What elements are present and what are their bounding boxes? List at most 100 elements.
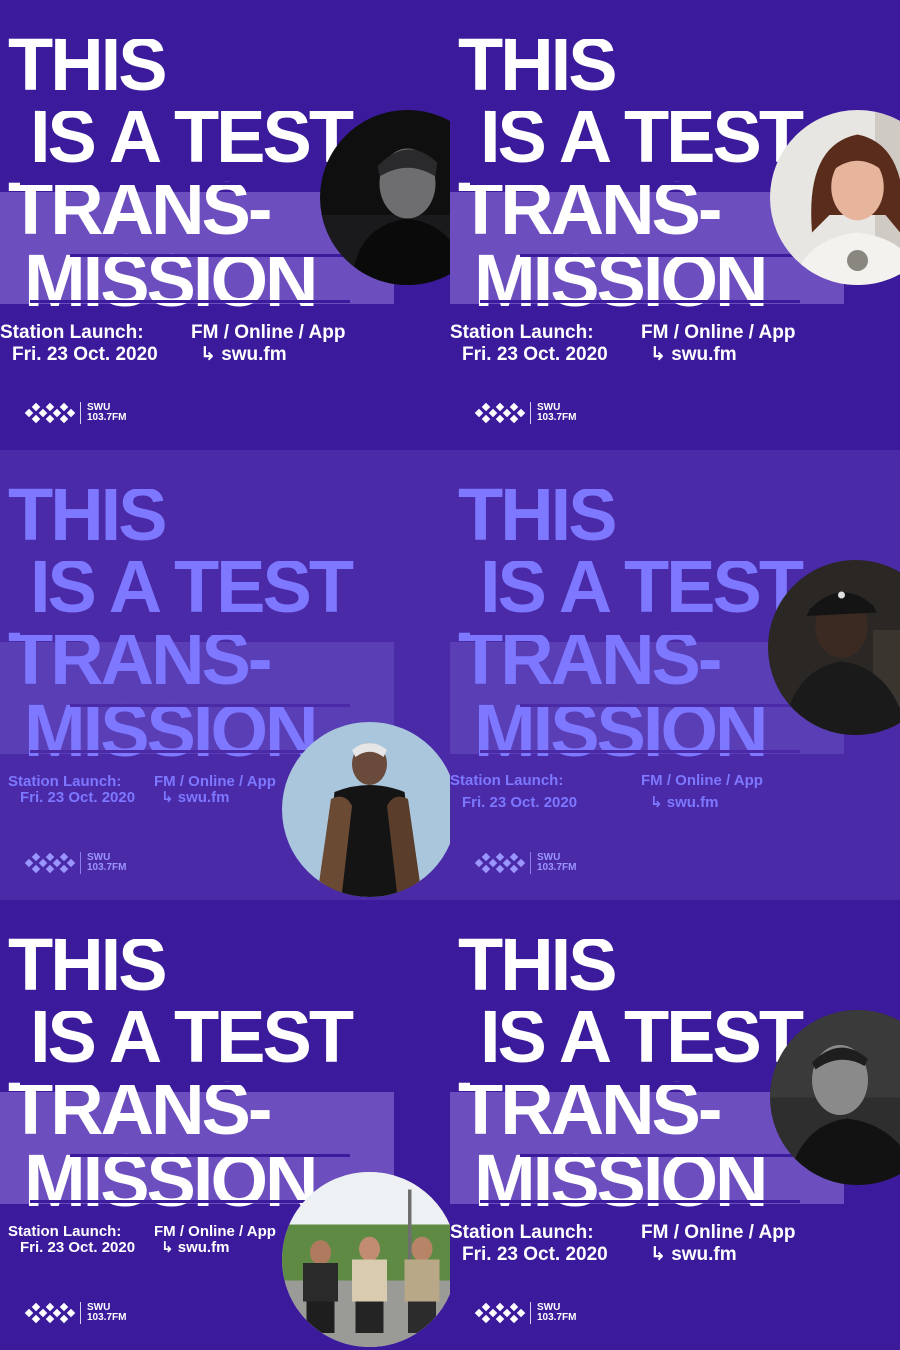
- artist-photo: [282, 1172, 450, 1347]
- glitch-line: [70, 254, 350, 257]
- poster-4: THIS IS A TEST TRANS- MISSION Station Launch…: [450, 450, 900, 900]
- glitch-line: [40, 1008, 370, 1011]
- glitch-line: [480, 1200, 800, 1203]
- launch-date: Fri. 23 Oct. 2020: [20, 789, 136, 806]
- logo-text: SWU 103.7FM: [537, 853, 576, 873]
- station-logo: SWU 103.7FM: [24, 850, 126, 876]
- launch-label: Station Launch:: [450, 322, 594, 343]
- glitch-line: [510, 486, 810, 489]
- glitch-line: [470, 182, 780, 185]
- headline-line: THIS: [8, 473, 168, 556]
- logo-dots-icon: [24, 850, 76, 876]
- logo-frequency: 103.7FM: [87, 412, 127, 423]
- headline-line: IS A TEST: [30, 545, 354, 628]
- glitch-line: [20, 632, 330, 635]
- glitch-line: [60, 936, 360, 939]
- logo-text: SWU 103.7FM: [537, 403, 576, 423]
- glitch-line: [490, 1008, 820, 1011]
- station-logo: SWU 103.7FM: [474, 400, 576, 426]
- glitch-line: [70, 704, 350, 707]
- launch-date: Fri. 23 Oct. 2020: [20, 1239, 136, 1256]
- headline-line: IS A TEST: [480, 95, 804, 178]
- logo-dots-icon: [24, 1300, 76, 1326]
- logo-dots-icon: [474, 400, 526, 426]
- station-url[interactable]: ↳ swu.fm: [161, 1239, 229, 1256]
- logo-frequency: 103.7FM: [87, 1312, 127, 1323]
- logo-frequency: 103.7FM: [537, 862, 577, 873]
- station-logo: SWU 103.7FM: [24, 1300, 126, 1326]
- logo-divider: [80, 402, 81, 424]
- channels: FM / Online / App: [154, 1223, 276, 1240]
- glitch-line: [520, 254, 800, 257]
- launch-date: Fri. 23 Oct. 2020: [462, 344, 608, 365]
- headline-line: IS A TEST: [30, 95, 354, 178]
- poster-2: THIS IS A TEST TRANS- MISSION Station Launch…: [450, 0, 900, 450]
- channels: FM / Online / App: [641, 772, 763, 789]
- station-url[interactable]: ↳ swu.fm: [650, 1244, 737, 1266]
- glitch-line: [490, 108, 820, 111]
- glitch-line: [470, 1082, 780, 1085]
- glitch-line: [30, 300, 350, 303]
- station-url[interactable]: ↳ swu.fm: [200, 344, 287, 366]
- launch-date: Fri. 23 Oct. 2020: [12, 344, 158, 365]
- glitch-line: [520, 1154, 800, 1157]
- logo-frequency: 103.7FM: [537, 1312, 577, 1323]
- station-url[interactable]: ↳ swu.fm: [650, 794, 718, 811]
- launch-label: Station Launch:: [0, 322, 144, 343]
- poster-5: THIS IS A TEST TRANS- MISSION Station Launch…: [0, 900, 450, 1350]
- logo-frequency: 103.7FM: [87, 862, 127, 873]
- headline-line: THIS: [8, 923, 168, 1006]
- logo-frequency: 103.7FM: [537, 412, 577, 423]
- poster-1: THIS IS A TEST TRANS- MISSION Station Launch…: [0, 0, 450, 450]
- headline-line: IS A TEST: [480, 545, 804, 628]
- headline-line: THIS: [458, 23, 618, 106]
- launch-label: Station Launch:: [450, 1222, 594, 1243]
- station-logo: SWU 103.7FM: [474, 850, 576, 876]
- poster-grid: THIS IS A TEST TRANS- MISSION Station Launch…: [0, 0, 900, 1350]
- channels: FM / Online / App: [191, 322, 346, 343]
- station-logo: SWU 103.7FM: [474, 1300, 576, 1326]
- glitch-line: [60, 36, 360, 39]
- logo-dots-icon: [474, 1300, 526, 1326]
- glitch-line: [480, 300, 800, 303]
- glitch-line: [480, 750, 800, 753]
- logo-divider: [530, 402, 531, 424]
- glitch-line: [470, 632, 780, 635]
- launch-date: Fri. 23 Oct. 2020: [462, 1244, 608, 1265]
- logo-dots-icon: [474, 850, 526, 876]
- logo-text: SWU 103.7FM: [87, 1303, 126, 1323]
- logo-dots-icon: [24, 400, 76, 426]
- channels: FM / Online / App: [641, 322, 796, 343]
- logo-text: SWU 103.7FM: [537, 1303, 576, 1323]
- headline-line: THIS: [458, 923, 618, 1006]
- glitch-line: [520, 704, 800, 707]
- logo-divider: [530, 852, 531, 874]
- glitch-line: [20, 182, 330, 185]
- station-logo: SWU 103.7FM: [24, 400, 126, 426]
- headline-line: IS A TEST: [30, 995, 354, 1078]
- headline-line: THIS: [8, 23, 168, 106]
- headline-line: IS A TEST: [480, 995, 804, 1078]
- launch-label: Station Launch:: [8, 1223, 122, 1240]
- poster-6: THIS IS A TEST TRANS- MISSION Station Launch…: [450, 900, 900, 1350]
- headline-line: THIS: [458, 473, 618, 556]
- logo-divider: [530, 1302, 531, 1324]
- glitch-line: [60, 486, 360, 489]
- artist-photo: [282, 722, 450, 897]
- glitch-line: [20, 1082, 330, 1085]
- logo-text: SWU 103.7FM: [87, 853, 126, 873]
- station-url[interactable]: ↳ swu.fm: [161, 789, 229, 806]
- glitch-line: [510, 36, 810, 39]
- glitch-line: [40, 108, 370, 111]
- station-url[interactable]: ↳ swu.fm: [650, 344, 737, 366]
- channels: FM / Online / App: [641, 1222, 796, 1243]
- glitch-line: [490, 558, 820, 561]
- launch-label: Station Launch:: [8, 773, 122, 790]
- glitch-line: [40, 558, 370, 561]
- launch-date: Fri. 23 Oct. 2020: [462, 794, 578, 811]
- launch-label: Station Launch:: [450, 772, 564, 789]
- channels: FM / Online / App: [154, 773, 276, 790]
- logo-text: SWU 103.7FM: [87, 403, 126, 423]
- logo-divider: [80, 1302, 81, 1324]
- logo-divider: [80, 852, 81, 874]
